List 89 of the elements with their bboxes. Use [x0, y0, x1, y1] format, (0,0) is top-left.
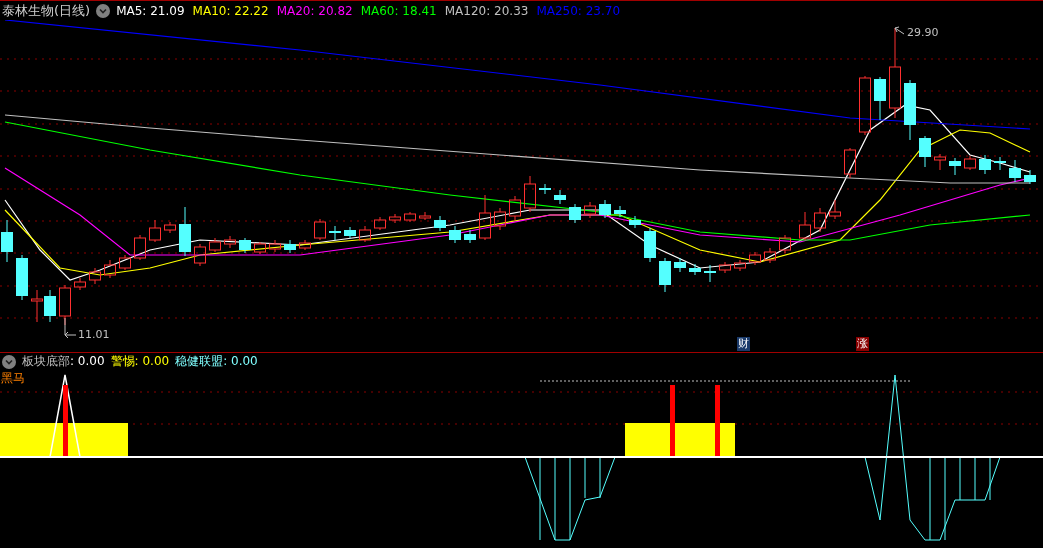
- candlestick: [569, 203, 581, 224]
- candlestick: [509, 195, 521, 221]
- candlestick: [599, 199, 611, 219]
- candlestick: [1009, 159, 1021, 183]
- candlestick: [859, 75, 871, 136]
- moving-average-legend: MA60: 18.41: [360, 3, 437, 18]
- indicator-legend: 黑马: [1, 370, 25, 387]
- candlestick: [374, 216, 386, 231]
- candlestick: [659, 257, 671, 293]
- indicator-value: 板块底部: 0.00: [22, 353, 105, 370]
- candlestick: [329, 225, 341, 241]
- candlestick: [689, 263, 701, 276]
- candlestick: [359, 225, 371, 243]
- candlestick: [674, 257, 686, 273]
- candlestick: [934, 153, 946, 171]
- signal-bar: [715, 385, 720, 457]
- moving-average-legend: MA250: 23.70: [536, 3, 621, 18]
- candlestick: [314, 218, 326, 241]
- candlestick: [164, 221, 176, 234]
- moving-average-legend: MA10: 22.22: [192, 3, 269, 18]
- candlestick: [799, 211, 811, 241]
- candlestick: [16, 254, 28, 301]
- stock-title: 泰林生物(日线): [2, 1, 91, 20]
- candlestick: [554, 189, 566, 205]
- candlestick: [31, 289, 43, 323]
- candlestick: [479, 194, 491, 241]
- candlestick: [919, 135, 931, 168]
- candlestick: [494, 207, 506, 231]
- candlestick: [734, 259, 746, 272]
- moving-average-legend: MA5: 21.09: [116, 3, 185, 18]
- candlestick: [194, 243, 206, 267]
- candlestick: [704, 264, 716, 283]
- moving-average-legend: MA20: 20.82: [276, 3, 353, 18]
- high-price-label: 29.90: [907, 26, 939, 39]
- candlestick: [844, 147, 856, 179]
- candlestick: [134, 234, 146, 261]
- candlestick: [89, 267, 101, 285]
- candlestick: [404, 211, 416, 223]
- candlestick: [434, 215, 446, 232]
- signal-bar: [670, 385, 675, 457]
- candlestick: [719, 261, 731, 274]
- candlestick: [149, 219, 161, 243]
- dropdown-icon[interactable]: [96, 3, 111, 18]
- candlestick: [209, 237, 221, 253]
- candlestick: [419, 211, 431, 221]
- event-marker[interactable]: 财: [737, 337, 750, 351]
- candlestick: [584, 201, 596, 219]
- candlestick: [539, 183, 551, 195]
- candlestick: [299, 239, 311, 251]
- candlestick: [119, 254, 131, 271]
- candlestick: [964, 155, 976, 171]
- dropdown-icon[interactable]: [2, 354, 16, 369]
- candlestick: [749, 251, 761, 266]
- candlestick: [284, 239, 296, 254]
- candlestick: [644, 227, 656, 263]
- candlestick: [389, 213, 401, 224]
- candlestick: [224, 235, 236, 249]
- candlestick: [949, 157, 961, 176]
- candlestick: [814, 207, 826, 233]
- candlestick: [44, 289, 56, 323]
- candlestick: [254, 241, 266, 255]
- event-marker[interactable]: 涨: [856, 337, 869, 351]
- candlestick: [449, 225, 461, 244]
- moving-average-legend: MA120: 20.33: [444, 3, 529, 18]
- candlestick: [764, 247, 776, 264]
- low-price-label: 11.01: [78, 328, 110, 341]
- candlestick: [179, 206, 191, 257]
- candlestick: [994, 156, 1006, 171]
- signal-bar: [63, 385, 68, 457]
- candlestick: [829, 199, 841, 220]
- candlestick: [614, 205, 626, 218]
- candlestick: [874, 76, 886, 121]
- candlestick: [269, 239, 281, 253]
- candlestick: [629, 215, 641, 229]
- candlestick: [239, 237, 251, 254]
- candlestick: [104, 259, 116, 279]
- candlestick: [779, 234, 791, 254]
- leader-line: [894, 26, 905, 35]
- candlestick: [74, 277, 86, 291]
- indicator-value: 稳健联盟: 0.00: [175, 353, 258, 370]
- candlestick: [904, 79, 916, 141]
- candlestick: [1024, 169, 1036, 185]
- candlestick: [344, 226, 356, 239]
- candlestick: [524, 175, 536, 213]
- candlestick: [464, 229, 476, 244]
- candlestick: [979, 154, 991, 175]
- candlestick: [1, 219, 13, 263]
- leader-line: [64, 317, 77, 339]
- indicator-value: 警惕: 0.00: [110, 353, 170, 370]
